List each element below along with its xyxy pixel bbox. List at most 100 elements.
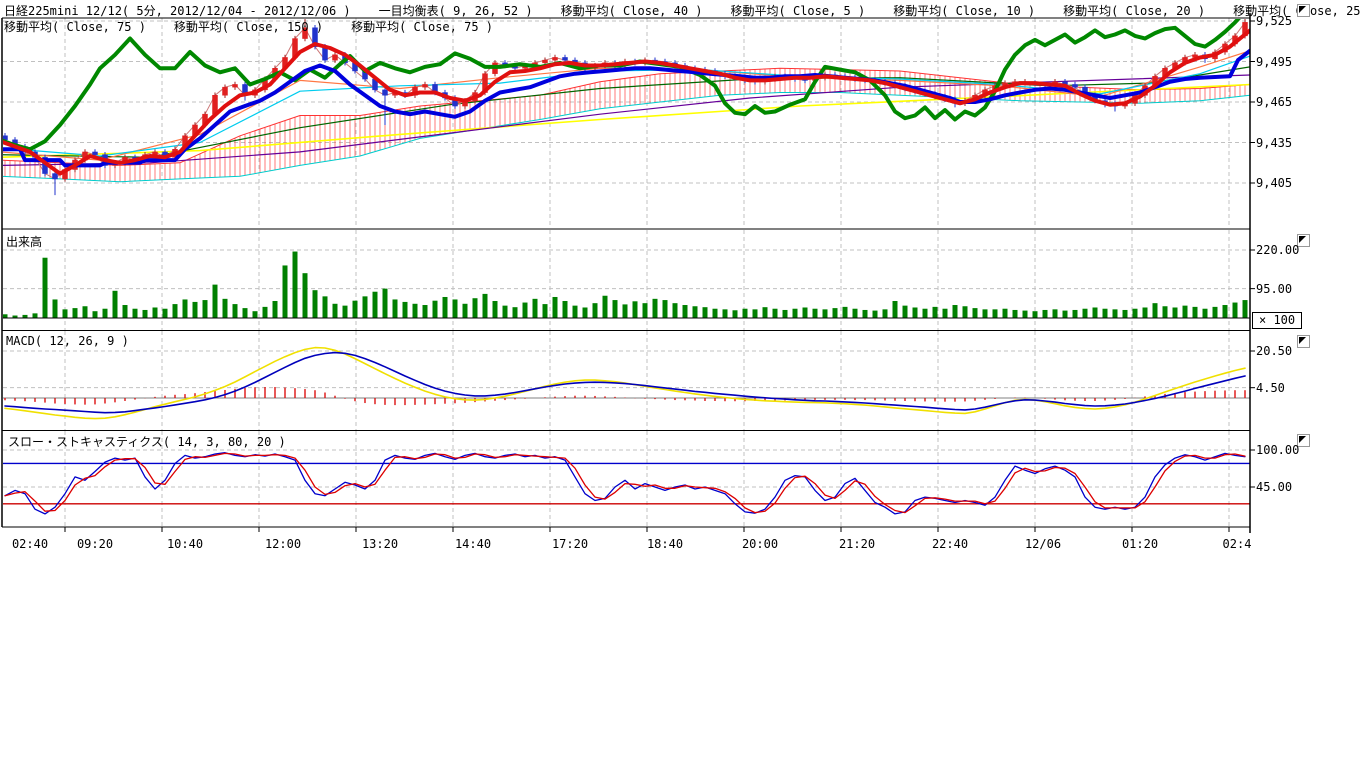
chart-canvas[interactable] — [0, 0, 1366, 768]
volume-bar — [1143, 307, 1148, 318]
volume-multiplier-badge: × 100 — [1252, 312, 1302, 329]
volume-bar — [223, 299, 228, 318]
candle — [543, 60, 548, 63]
collapse-price-pane-icon[interactable] — [1297, 4, 1310, 17]
volume-bar — [443, 297, 448, 318]
volume-bar — [533, 299, 538, 318]
volume-bar — [103, 309, 108, 318]
volume-bar — [53, 299, 58, 318]
candle — [153, 152, 158, 155]
legend-item: 移動平均( Close, 10 ) — [893, 2, 1035, 19]
price-axis-tick-label: 9,465 — [1256, 95, 1292, 109]
candle — [563, 57, 568, 60]
volume-bar — [423, 305, 428, 318]
volume-pane[interactable] — [3, 252, 1248, 318]
volume-bar — [73, 308, 78, 318]
volume-bar — [1053, 309, 1058, 318]
volume-bar — [133, 309, 138, 318]
macd-axis-tick-label: 20.50 — [1256, 344, 1292, 358]
volume-bar — [1173, 307, 1178, 318]
volume-bar — [233, 304, 238, 318]
volume-bar — [953, 305, 958, 318]
volume-bar — [303, 273, 308, 318]
volume-bar — [393, 299, 398, 318]
volume-bar — [933, 307, 938, 318]
volume-bar — [663, 300, 668, 318]
volume-bar — [1113, 309, 1118, 318]
volume-bar — [703, 307, 708, 318]
volume-bar — [563, 301, 568, 318]
volume-bar — [1013, 310, 1018, 318]
time-axis-label: 13:20 — [362, 537, 398, 551]
volume-bar — [1093, 307, 1098, 318]
volume-bar — [943, 309, 948, 318]
time-axis-label: 02:40 — [12, 537, 48, 551]
volume-bar — [763, 307, 768, 318]
volume-bar — [743, 309, 748, 318]
volume-bar — [573, 306, 578, 318]
time-axis-label: 17:20 — [552, 537, 588, 551]
volume-bar — [193, 302, 198, 318]
volume-bar — [623, 304, 628, 318]
volume-bar — [883, 309, 888, 318]
volume-bar — [323, 296, 328, 318]
volume-bar — [33, 313, 38, 318]
volume-bar — [1103, 309, 1108, 318]
volume-bar — [1203, 309, 1208, 318]
volume-bar — [1003, 309, 1008, 318]
volume-bar — [633, 301, 638, 318]
volume-bar — [123, 305, 128, 318]
macd-pane[interactable] — [3, 348, 1250, 419]
chart-application-window: { "header": { "line1_items": [ "日経225min… — [0, 0, 1366, 768]
volume-axis-tick-label: 95.00 — [1256, 282, 1292, 296]
volume-bar — [793, 309, 798, 318]
volume-bar — [433, 301, 438, 318]
volume-bar — [263, 307, 268, 318]
volume-axis-tick-label: 220.00 — [1256, 243, 1299, 257]
candle — [93, 152, 98, 155]
collapse-macd-pane-icon[interactable] — [1297, 335, 1310, 348]
volume-bar — [823, 309, 828, 318]
volume-bar — [93, 311, 98, 318]
volume-bar — [893, 301, 898, 318]
legend-item: 移動平均( Close, 20 ) — [1063, 2, 1205, 19]
volume-bar — [253, 311, 258, 318]
legend-item: 移動平均( Close, 5 ) — [731, 2, 866, 19]
volume-bar — [993, 309, 998, 318]
price-axis-tick-label: 9,405 — [1256, 176, 1292, 190]
time-axis-label: 09:20 — [77, 537, 113, 551]
volume-bar — [1073, 310, 1078, 318]
volume-bar — [553, 297, 558, 318]
volume-bar — [493, 301, 498, 318]
price-axis-tick-label: 9,525 — [1256, 14, 1292, 28]
price-axis-tick-label: 9,435 — [1256, 136, 1292, 150]
volume-bar — [853, 309, 858, 318]
volume-bar — [43, 258, 48, 318]
volume-bar — [113, 291, 118, 318]
volume-bar — [3, 314, 8, 318]
volume-bar — [1063, 311, 1068, 318]
volume-bar — [213, 285, 218, 318]
stochastics-pane[interactable] — [3, 453, 1250, 514]
time-axis-label: 02:4 — [1223, 537, 1252, 551]
time-axis-label: 01:20 — [1122, 537, 1158, 551]
volume-bar — [973, 308, 978, 318]
volume-bar — [643, 303, 648, 318]
stochastics-axis-tick-label: 45.00 — [1256, 480, 1292, 494]
candle — [233, 84, 238, 87]
time-axis-label: 22:40 — [932, 537, 968, 551]
volume-bar — [1153, 303, 1158, 318]
volume-bar — [283, 265, 288, 318]
volume-bar — [1083, 309, 1088, 318]
volume-bar — [353, 301, 358, 318]
volume-bar — [63, 309, 68, 318]
volume-bar — [1023, 311, 1028, 318]
price-axis-tick-label: 9,495 — [1256, 55, 1292, 69]
volume-bar — [183, 299, 188, 318]
candle — [333, 55, 338, 60]
price-pane[interactable] — [0, 12, 1250, 196]
volume-bar — [413, 304, 418, 318]
time-axis-label: 21:20 — [839, 537, 875, 551]
volume-bar — [543, 304, 548, 318]
legend-item: 移動平均( Close, 150 ) — [174, 18, 323, 35]
